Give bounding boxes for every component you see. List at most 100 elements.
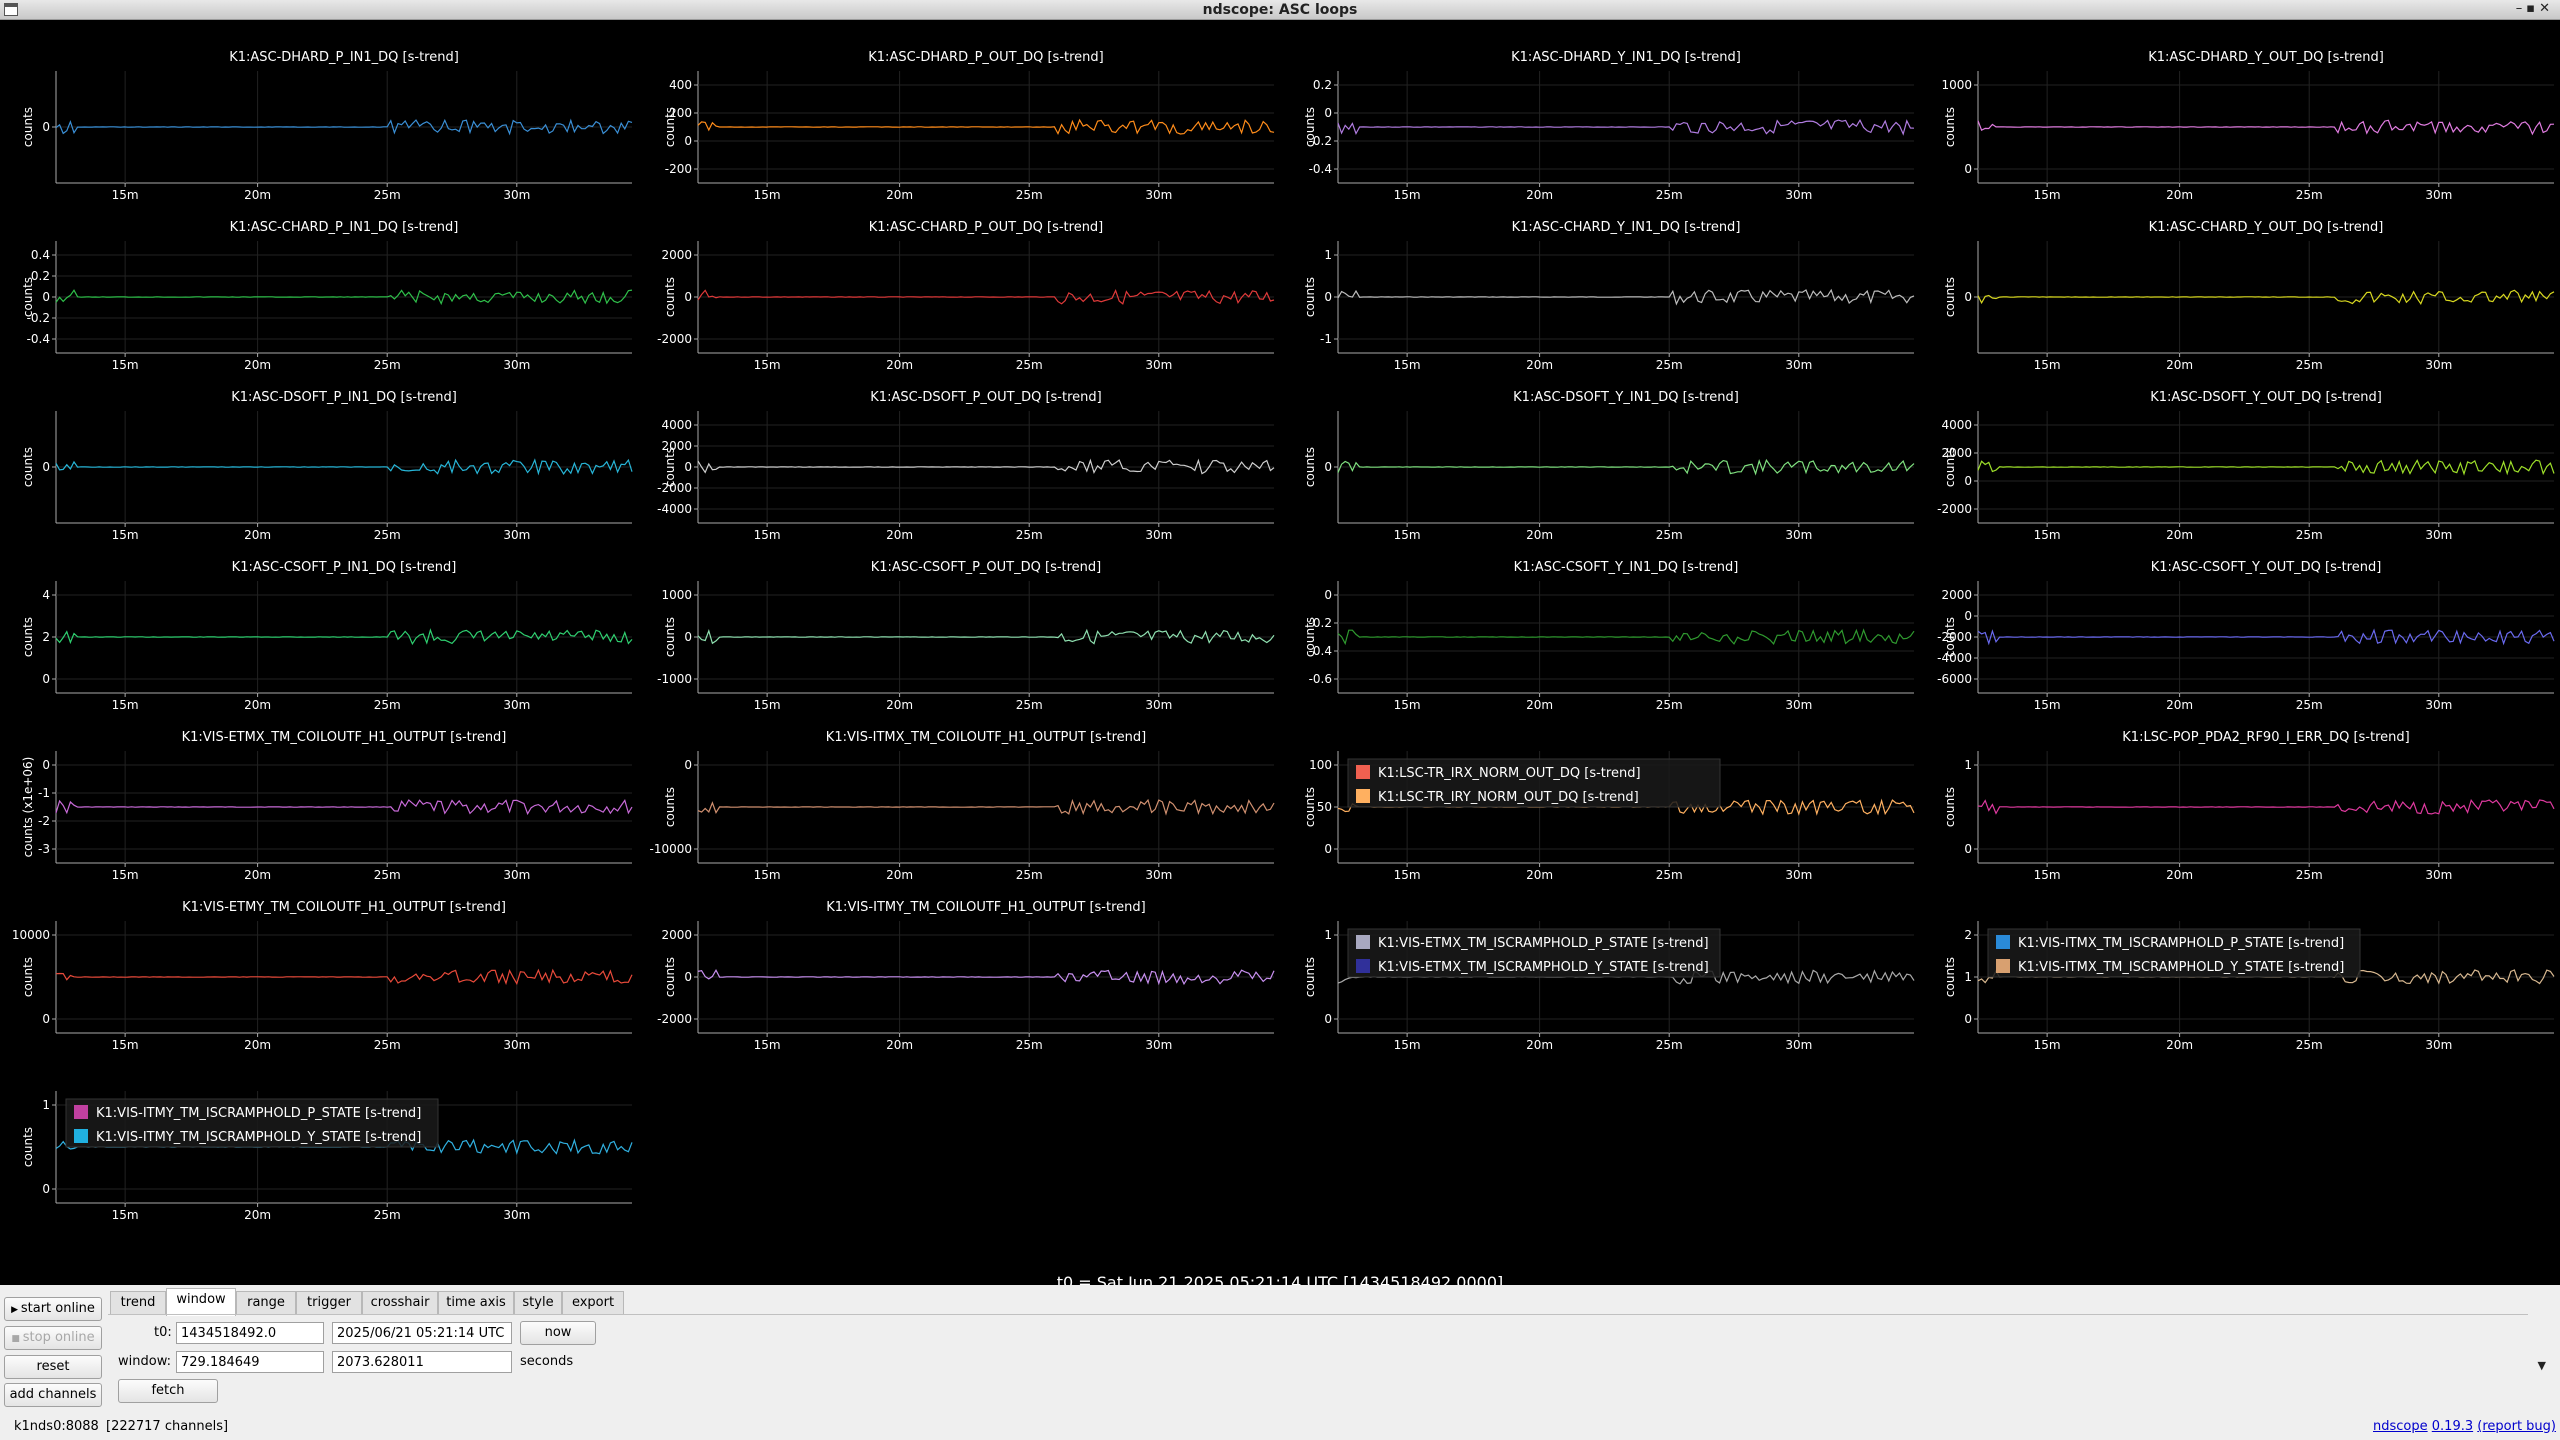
version-link[interactable]: 0.19.3 xyxy=(2432,1419,2473,1434)
x-tick-label: 25m xyxy=(1016,698,1043,712)
maximize-icon[interactable]: ▪ xyxy=(2526,1,2539,16)
plot-24[interactable]: counts 1 0 15m 20m 25m 30m K1:VIS-ITMY_TM_ISCRA… xyxy=(21,1091,633,1222)
y-axis-label: counts xyxy=(21,957,35,997)
x-tick-label: 15m xyxy=(1394,1038,1421,1052)
x-tick-label: 30m xyxy=(1785,698,1812,712)
legend-swatch[interactable] xyxy=(1996,935,2010,949)
plot-1[interactable]: K1:ASC-DHARD_P_OUT_DQ [s-trend]counts400… xyxy=(663,50,1275,202)
plot-5[interactable]: K1:ASC-CHARD_P_OUT_DQ [s-trend] counts 200… xyxy=(657,220,1275,372)
window-controls[interactable]: –▪✕ xyxy=(2516,1,2554,16)
stop-online-button[interactable]: ■ stop online xyxy=(4,1326,102,1350)
legend-swatch[interactable] xyxy=(74,1105,88,1119)
tab-trigger[interactable]: trigger xyxy=(296,1291,362,1315)
title-bar: ndscope: ASC loops –▪✕ xyxy=(0,0,2560,20)
plot-9[interactable]: K1:ASC-DSOFT_P_OUT_DQ [s-trend]counts400… xyxy=(657,390,1275,542)
legend-swatch[interactable] xyxy=(1356,765,1370,779)
window-end-input[interactable] xyxy=(332,1351,512,1373)
plot-title: K1:ASC-DHARD_Y_IN1_DQ [s-trend] xyxy=(1511,50,1741,65)
plot-20[interactable]: K1:VIS-ETMY_TM_COILOUTF_H1_OUTPUT [s-tre… xyxy=(12,900,633,1052)
plot-18[interactable]: counts 100 50 0 15m 20m 25m 30m K1:LSC-TR_IRX_NO… xyxy=(1303,751,1915,882)
x-tick-label: 15m xyxy=(2034,528,2061,542)
legend-swatch[interactable] xyxy=(1356,959,1370,973)
x-tick-label: 30m xyxy=(1145,188,1172,202)
plot-23[interactable]: counts 2 1 0 15m 20m 25m 30m K1:VIS-ITMX_TM_ISCR… xyxy=(1943,921,2555,1052)
y-tick-label: 0 xyxy=(1964,842,1972,856)
plot-canvas[interactable]: K1:ASC-DHARD_P_IN1_DQ [s-trend]counts 015… xyxy=(0,21,2560,1251)
ndscope-link[interactable]: ndscope xyxy=(2373,1419,2428,1434)
plot-2[interactable]: K1:ASC-DHARD_Y_IN1_DQ [s-trend]counts0.2… xyxy=(1303,50,1915,202)
plot-22[interactable]: counts 1 0 15m 20m 25m 30m K1:VIS-ETMX_TM_ISCRA… xyxy=(1303,921,1915,1052)
tab-window[interactable]: window xyxy=(166,1288,236,1316)
tab-crosshair[interactable]: crosshair xyxy=(362,1291,438,1315)
report-bug-link[interactable]: (report bug) xyxy=(2477,1419,2556,1434)
plot-12[interactable]: K1:ASC-CSOFT_P_IN1_DQ [s-trend]counts420… xyxy=(21,560,633,712)
x-tick-label: 25m xyxy=(374,698,401,712)
x-tick-label: 15m xyxy=(754,868,781,882)
plot-11[interactable]: K1:ASC-DSOFT_Y_OUT_DQ [s-trend]counts400… xyxy=(1937,390,2555,542)
plot-15[interactable]: K1:ASC-CSOFT_Y_OUT_DQ [s-trend]counts200… xyxy=(1937,560,2555,712)
plot-13[interactable]: K1:ASC-CSOFT_P_OUT_DQ [s-trend] counts 100… xyxy=(657,560,1275,712)
plot-14[interactable]: K1:ASC-CSOFT_Y_IN1_DQ [s-trend]counts0-0… xyxy=(1303,560,1915,712)
x-tick-label: 15m xyxy=(2034,698,2061,712)
y-axis-label: counts xyxy=(21,617,35,657)
fetch-button[interactable]: fetch xyxy=(118,1379,218,1403)
minimize-icon[interactable]: – xyxy=(2516,1,2527,16)
x-tick-label: 25m xyxy=(2296,358,2323,372)
y-tick-label: 4000 xyxy=(1941,418,1972,432)
plot-title: K1:ASC-CSOFT_P_OUT_DQ [s-trend] xyxy=(871,560,1102,575)
y-axis-label: counts xyxy=(1943,787,1957,827)
x-tick-label: 15m xyxy=(2034,868,2061,882)
x-tick-label: 20m xyxy=(244,1038,271,1052)
x-tick-label: 20m xyxy=(2166,1038,2193,1052)
y-tick-label: -1 xyxy=(38,786,50,800)
plot-19[interactable]: K1:LSC-POP_PDA2_RF90_I_ERR_DQ [s-trend] c… xyxy=(1943,730,2555,882)
t0-gps-input[interactable] xyxy=(176,1322,324,1344)
plot-7[interactable]: K1:ASC-CHARD_Y_OUT_DQ [s-trend] counts 0 15… xyxy=(1943,220,2555,372)
y-tick-label: 0 xyxy=(1964,474,1972,488)
y-tick-label: 0 xyxy=(1324,106,1332,120)
tab-trend[interactable]: trend xyxy=(110,1291,166,1315)
y-tick-label: 0 xyxy=(684,460,692,474)
legend-label: K1:VIS-ETMX_TM_ISCRAMPHOLD_P_STATE [s-tr… xyxy=(1378,936,1709,951)
trace xyxy=(1337,628,1915,646)
close-icon[interactable]: ✕ xyxy=(2539,1,2554,16)
plot-10[interactable]: K1:ASC-DSOFT_Y_IN1_DQ [s-trend] counts 0 15… xyxy=(1303,390,1915,542)
reset-button[interactable]: reset xyxy=(4,1355,102,1379)
x-tick-label: 15m xyxy=(754,528,781,542)
status-bar: k1nds0:8088 [222717 channels] ndscope 0.… xyxy=(0,1415,2560,1440)
plot-6[interactable]: K1:ASC-CHARD_Y_IN1_DQ [s-trend] counts 1 0 -… xyxy=(1303,220,1915,372)
legend-swatch[interactable] xyxy=(1356,789,1370,803)
x-tick-label: 25m xyxy=(374,528,401,542)
x-tick-label: 20m xyxy=(244,188,271,202)
add-channels-button[interactable]: add channels xyxy=(4,1383,102,1407)
t0-field-label: t0: xyxy=(154,1325,172,1340)
trace xyxy=(1977,799,2555,815)
legend-swatch[interactable] xyxy=(74,1129,88,1143)
legend-swatch[interactable] xyxy=(1996,959,2010,973)
tab-export[interactable]: export xyxy=(562,1291,624,1315)
y-tick-label: 0.2 xyxy=(31,269,50,283)
plot-4[interactable]: K1:ASC-CHARD_P_IN1_DQ [s-trend]counts0.4… xyxy=(21,220,633,372)
x-tick-label: 25m xyxy=(1016,868,1043,882)
plot-16[interactable]: K1:VIS-ETMX_TM_COILOUTF_H1_OUTPUT [s-tre… xyxy=(21,730,633,882)
tab-time-axis[interactable]: time axis xyxy=(438,1291,514,1315)
plot-title: K1:ASC-DSOFT_P_IN1_DQ [s-trend] xyxy=(231,390,457,405)
window-start-input[interactable] xyxy=(176,1351,324,1373)
plot-3[interactable]: K1:ASC-DHARD_Y_OUT_DQ [s-trend] counts 100… xyxy=(1941,50,2555,202)
plot-17[interactable]: K1:VIS-ITMX_TM_COILOUTF_H1_OUTPUT [s-tre… xyxy=(649,730,1275,882)
now-button[interactable]: now xyxy=(520,1321,596,1345)
legend-label: K1:VIS-ITMX_TM_ISCRAMPHOLD_P_STATE [s-tr… xyxy=(2018,936,2344,951)
plot-21[interactable]: K1:VIS-ITMY_TM_COILOUTF_H1_OUTPUT [s-tre… xyxy=(657,900,1275,1052)
legend-swatch[interactable] xyxy=(1356,935,1370,949)
start-online-label: start online xyxy=(20,1301,95,1316)
x-tick-label: 30m xyxy=(2425,528,2452,542)
collapse-arrow-icon[interactable]: ▼ xyxy=(2538,1359,2546,1372)
plot-0[interactable]: K1:ASC-DHARD_P_IN1_DQ [s-trend] counts 0 15… xyxy=(21,50,633,202)
tab-range[interactable]: range xyxy=(236,1291,296,1315)
t0-date-input[interactable] xyxy=(332,1322,512,1344)
y-axis-label: counts xyxy=(21,447,35,487)
plot-8[interactable]: K1:ASC-DSOFT_P_IN1_DQ [s-trend] counts 0 15… xyxy=(21,390,633,542)
start-online-button[interactable]: ▶ start online xyxy=(4,1297,102,1321)
tab-style[interactable]: style xyxy=(514,1291,562,1315)
x-tick-label: 25m xyxy=(2296,528,2323,542)
